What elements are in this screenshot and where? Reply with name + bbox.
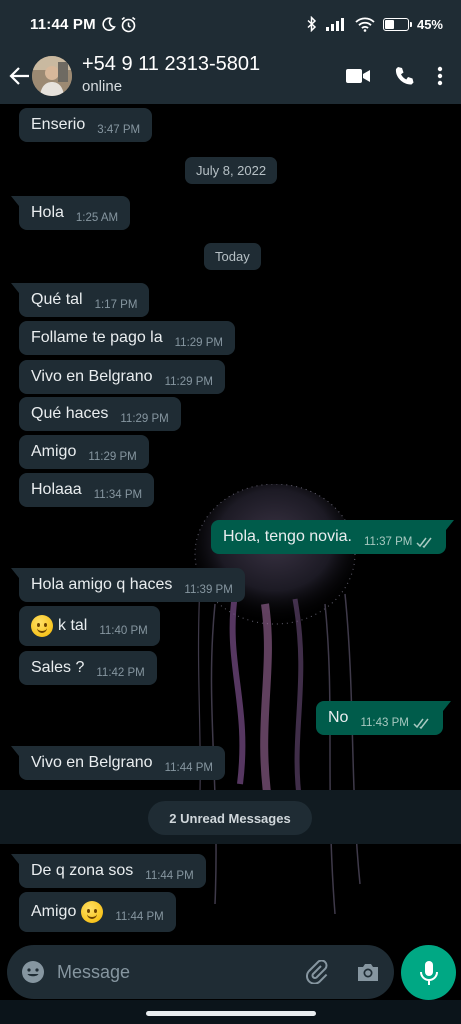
message-bubble[interactable]: Follame te pago la 11:29 PM [19,321,236,355]
avatar-photo [32,56,72,96]
message-time: 11:44 PM [145,870,194,882]
message-time: 11:29 PM [164,376,213,388]
message-time: 11:42 PM [96,667,145,679]
message-text: Amigo [31,903,77,920]
message-time: 11:43 PM [360,717,409,729]
battery-icon [382,17,412,31]
wifi-icon [355,17,375,32]
message-bubble[interactable]: k tal 11:40 PM [19,606,160,646]
voice-message-button[interactable] [401,945,456,1000]
date-separator: Today [204,243,261,270]
smiling-face-emoji [81,901,104,923]
smiling-face-emoji [31,615,53,637]
message-text: Hola, tengo novia. [223,528,352,545]
unread-messages-badge: 2 Unread Messages [148,801,312,835]
message-time: 11:29 PM [174,337,224,349]
date-separator: July 8, 2022 [185,157,278,184]
message-text: Vivo en Belgrano [31,754,153,771]
message-bubble[interactable]: Hola amigo q haces 11:39 PM [11,568,245,602]
alarm-icon [121,16,136,32]
camera-button[interactable] [356,962,380,982]
message-text: No [328,709,349,726]
double-check-icon [416,537,432,548]
message-bubble[interactable]: Amigo 11:44 PM [19,892,176,932]
message-bubble[interactable]: Vivo en Belgrano 11:44 PM [11,746,225,780]
more-options-button[interactable] [437,66,443,86]
message-text: Follame te pago la [31,329,163,346]
home-gesture-bar[interactable] [146,1011,316,1016]
contact-info[interactable]: +54 9 11 2313-5801 online [82,53,345,96]
message-bubble[interactable]: Holaaa 11:34 PM [19,473,155,507]
arrow-left-icon [9,67,29,85]
message-bubble-outgoing[interactable]: No 11:43 PM [316,701,451,735]
message-time: 11:34 PM [93,489,143,501]
message-text: k tal [58,617,88,634]
status-bar: 11:44 PM 45% [0,0,461,48]
message-composer [7,945,394,999]
message-time: 11:40 PM [99,625,148,637]
message-time: 11:29 PM [88,451,137,463]
double-check-icon [413,718,429,729]
message-text: Amigo [31,443,77,460]
message-bubble[interactable]: Qué haces 11:29 PM [19,397,181,431]
message-list[interactable]: Enserio 3:47 PM July 8, 2022 Hola 1:25 A… [0,104,461,942]
emoji-icon [22,961,44,983]
signal-icon [325,18,344,31]
avatar[interactable] [32,56,72,96]
message-time: 1:25 AM [75,212,119,224]
paperclip-icon [306,960,328,984]
message-bubble[interactable]: Vivo en Belgrano 11:29 PM [19,360,225,394]
message-bubble[interactable]: Sales ? 11:42 PM [19,651,157,685]
status-time: 11:44 PM [30,15,96,33]
message-bubble[interactable]: De q zona sos 11:44 PM [11,854,206,888]
message-bubble[interactable]: Enserio 3:47 PM [19,108,153,142]
message-text: Qué haces [31,405,109,422]
message-text: Qué tal [31,291,83,308]
message-time: 11:37 PM [363,536,413,548]
message-time: 11:39 PM [184,584,233,596]
kebab-menu-icon [437,66,443,86]
microphone-icon [419,960,438,985]
message-text: Enserio [31,116,86,133]
contact-status: online [82,78,123,95]
message-bubble[interactable]: Qué tal 1:17 PM [10,283,150,317]
chat-header: +54 9 11 2313-5801 online [0,48,461,104]
message-input[interactable] [57,961,306,983]
message-text: Holaaa [31,481,82,498]
bluetooth-icon [307,16,317,32]
moon-icon [102,17,116,31]
voice-call-button[interactable] [393,65,415,87]
message-text: Vivo en Belgrano [31,368,153,385]
message-time: 1:17 PM [94,299,138,311]
message-time: 11:44 PM [164,762,213,774]
message-text: Hola [31,204,64,221]
video-call-button[interactable] [345,67,371,85]
message-text: De q zona sos [31,862,134,879]
message-text: Hola amigo q haces [31,576,173,593]
message-bubble[interactable]: Hola 1:25 AM [10,196,131,230]
battery-percent: 45% [416,16,443,32]
message-time: 3:47 PM [97,124,141,136]
contact-name: +54 9 11 2313-5801 [82,53,261,75]
message-text: Sales ? [31,659,85,676]
message-bubble-outgoing[interactable]: Hola, tengo novia. 11:37 PM [211,520,455,554]
video-camera-icon [346,69,370,83]
message-time: 11:29 PM [120,413,169,425]
phone-icon [395,67,414,85]
camera-icon [358,964,378,981]
emoji-button[interactable] [21,960,45,984]
message-time: 11:44 PM [115,911,164,923]
attach-button[interactable] [306,960,328,984]
message-bubble[interactable]: Amigo 11:29 PM [19,435,149,469]
